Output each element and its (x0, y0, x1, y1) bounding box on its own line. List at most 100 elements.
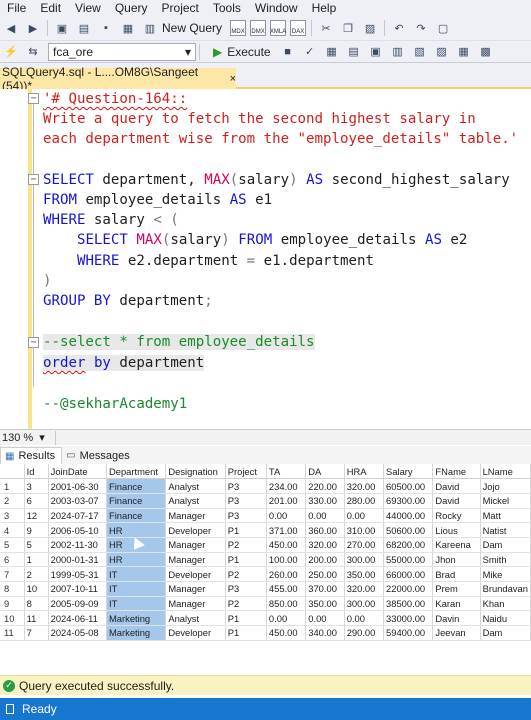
table-row[interactable]: 11 7 2024-05-08 Marketing Developer P1 450.00 3… (0, 625, 531, 641)
row-number[interactable]: 7 (0, 566, 25, 582)
table-cell[interactable]: Manager (165, 596, 226, 612)
table-cell[interactable]: 850.00 (266, 596, 307, 612)
table-cell[interactable]: 1999-05-31 (48, 566, 107, 582)
table-cell[interactable]: Davin (432, 610, 481, 627)
table-cell[interactable]: 8 (24, 596, 49, 612)
table-cell[interactable]: 2005-09-09 (48, 596, 107, 612)
column-header[interactable]: TA (266, 464, 307, 480)
table-cell[interactable]: Kareena (432, 537, 481, 553)
table-cell[interactable]: P1 (225, 522, 267, 538)
column-header[interactable]: DA (305, 464, 345, 480)
back-icon[interactable]: ◀ (2, 19, 20, 37)
table-cell[interactable]: David (432, 478, 481, 494)
table-cell[interactable]: HR (106, 552, 167, 568)
redo-icon[interactable]: ↷ (412, 19, 430, 37)
table-cell[interactable]: 2000-01-31 (48, 552, 107, 568)
table-cell[interactable]: Naidu (480, 610, 531, 627)
table-cell[interactable]: 6 (24, 493, 49, 509)
table-cell[interactable]: Brad (432, 566, 481, 582)
results-to-file-icon[interactable]: ▩ (477, 43, 495, 61)
table-cell[interactable]: 0.00 (305, 508, 345, 524)
query-editor[interactable]: − − − '# Question-164:: Write a query to… (0, 89, 531, 429)
table-cell[interactable]: 11 (24, 610, 49, 627)
results-to-grid-icon[interactable]: ▦ (455, 43, 473, 61)
table-cell[interactable]: Matt (480, 508, 531, 524)
table-cell[interactable]: 3 (24, 478, 49, 494)
table-cell[interactable]: IT (106, 581, 167, 597)
table-cell[interactable]: 320.00 (305, 537, 345, 553)
column-header[interactable]: HRA (344, 464, 385, 480)
table-cell[interactable]: 2003-03-07 (48, 493, 107, 509)
row-number[interactable]: 5 (0, 537, 25, 553)
table-row[interactable]: 1 3 2001-06-30 Finance Analyst P3 234.00 220.00… (0, 478, 531, 494)
results-to-text-icon[interactable]: ▨ (433, 43, 451, 61)
table-cell[interactable]: 260.00 (266, 566, 307, 582)
table-row[interactable]: 7 2 1999-05-31 IT Developer P2 260.00 250.00 350… (0, 566, 531, 582)
table-cell[interactable]: 60500.00 (383, 478, 434, 494)
table-row[interactable]: 2 6 2003-03-07 Finance Analyst P3 201.00 330.00… (0, 493, 531, 509)
tab-results[interactable]: ▦ Results (0, 447, 63, 464)
menu-help[interactable]: Help (305, 1, 344, 15)
query-designer-icon[interactable]: ▤ (345, 43, 363, 61)
forward-icon[interactable]: ▶ (24, 19, 42, 37)
table-cell[interactable]: Analyst (165, 610, 226, 627)
row-number[interactable]: 3 (0, 508, 25, 524)
table-cell[interactable]: P2 (225, 596, 267, 612)
table-cell[interactable]: Developer (165, 566, 226, 582)
table-row[interactable]: 10 11 2024-06-11 Marketing Analyst P1 0.00 0.00… (0, 610, 531, 627)
tab-sqlquery4[interactable]: SQLQuery4.sql - L....OM8G\Sangeet (54))*… (0, 65, 236, 93)
column-header[interactable]: FName (432, 464, 481, 480)
table-cell[interactable]: Rocky (432, 508, 481, 524)
table-cell[interactable]: 0.00 (344, 508, 385, 524)
zoom-select[interactable]: 130 % ▾ (0, 430, 56, 445)
table-cell[interactable]: Developer (165, 522, 226, 538)
table-cell[interactable]: Jhon (432, 552, 481, 568)
table-cell[interactable]: P3 (225, 478, 267, 494)
new-query-icon[interactable]: ▥ (141, 19, 159, 37)
menu-project[interactable]: Project (155, 1, 206, 15)
table-cell[interactable]: P3 (225, 508, 267, 524)
table-cell[interactable]: 69300.00 (383, 493, 434, 509)
table-cell[interactable]: Jojo (480, 478, 531, 494)
paste-icon[interactable]: ▨ (361, 19, 379, 37)
table-cell[interactable]: 350.00 (305, 596, 345, 612)
close-icon[interactable]: × (230, 73, 236, 85)
table-cell[interactable]: P1 (225, 625, 267, 641)
dmx-query-icon[interactable]: DMX (250, 20, 267, 36)
table-cell[interactable]: Analyst (165, 478, 226, 494)
row-number[interactable]: 6 (0, 552, 25, 568)
table-cell[interactable]: 66000.00 (383, 566, 434, 582)
table-cell[interactable]: 5 (24, 537, 49, 553)
actual-plan-icon[interactable]: ▣ (367, 43, 385, 61)
table-cell[interactable]: 1 (24, 552, 49, 568)
row-number[interactable]: 9 (0, 596, 25, 612)
table-cell[interactable]: 2024-07-17 (48, 508, 107, 524)
table-cell[interactable]: 280.00 (344, 493, 385, 509)
table-cell[interactable]: Finance (106, 478, 167, 494)
table-row[interactable]: 9 8 2005-09-09 IT Manager P2 850.00 350.00 300.0… (0, 596, 531, 612)
collapse-icon[interactable]: − (28, 337, 39, 348)
table-cell[interactable]: IT (106, 596, 167, 612)
table-cell[interactable]: Manager (165, 581, 226, 597)
table-cell[interactable]: Smith (480, 552, 531, 568)
column-header[interactable]: Designation (165, 464, 226, 480)
table-row[interactable]: 3 12 2024-07-17 Finance Manager P3 0.00 0.00 0.0… (0, 508, 531, 524)
cut-icon[interactable]: ✂ (317, 19, 335, 37)
table-cell[interactable]: Analyst (165, 493, 226, 509)
table-row[interactable]: 5 5 2002-11-30 HR Manager P2 450.00 320.00 270.0… (0, 537, 531, 553)
column-header[interactable]: Salary (383, 464, 434, 480)
connect-icon[interactable]: ⚡ (2, 43, 20, 61)
table-cell[interactable]: 2001-06-30 (48, 478, 107, 494)
table-cell[interactable]: Lious (432, 522, 481, 538)
table-cell[interactable]: Dam (480, 537, 531, 553)
table-cell[interactable]: 234.00 (266, 478, 307, 494)
table-cell[interactable]: 0.00 (344, 610, 385, 627)
table-row[interactable]: 6 1 2000-01-31 HR Manager P1 100.00 200.00 300.0… (0, 552, 531, 568)
table-cell[interactable]: P3 (225, 493, 267, 509)
table-row[interactable]: 8 10 2007-10-11 IT Manager P3 455.00 370.00 320.… (0, 581, 531, 597)
table-cell[interactable]: 10 (24, 581, 49, 597)
collapse-icon[interactable]: − (28, 174, 39, 185)
new-project-icon[interactable]: ▣ (53, 19, 71, 37)
xmla-query-icon[interactable]: XMLA (270, 20, 286, 36)
table-cell[interactable]: 340.00 (305, 625, 345, 641)
